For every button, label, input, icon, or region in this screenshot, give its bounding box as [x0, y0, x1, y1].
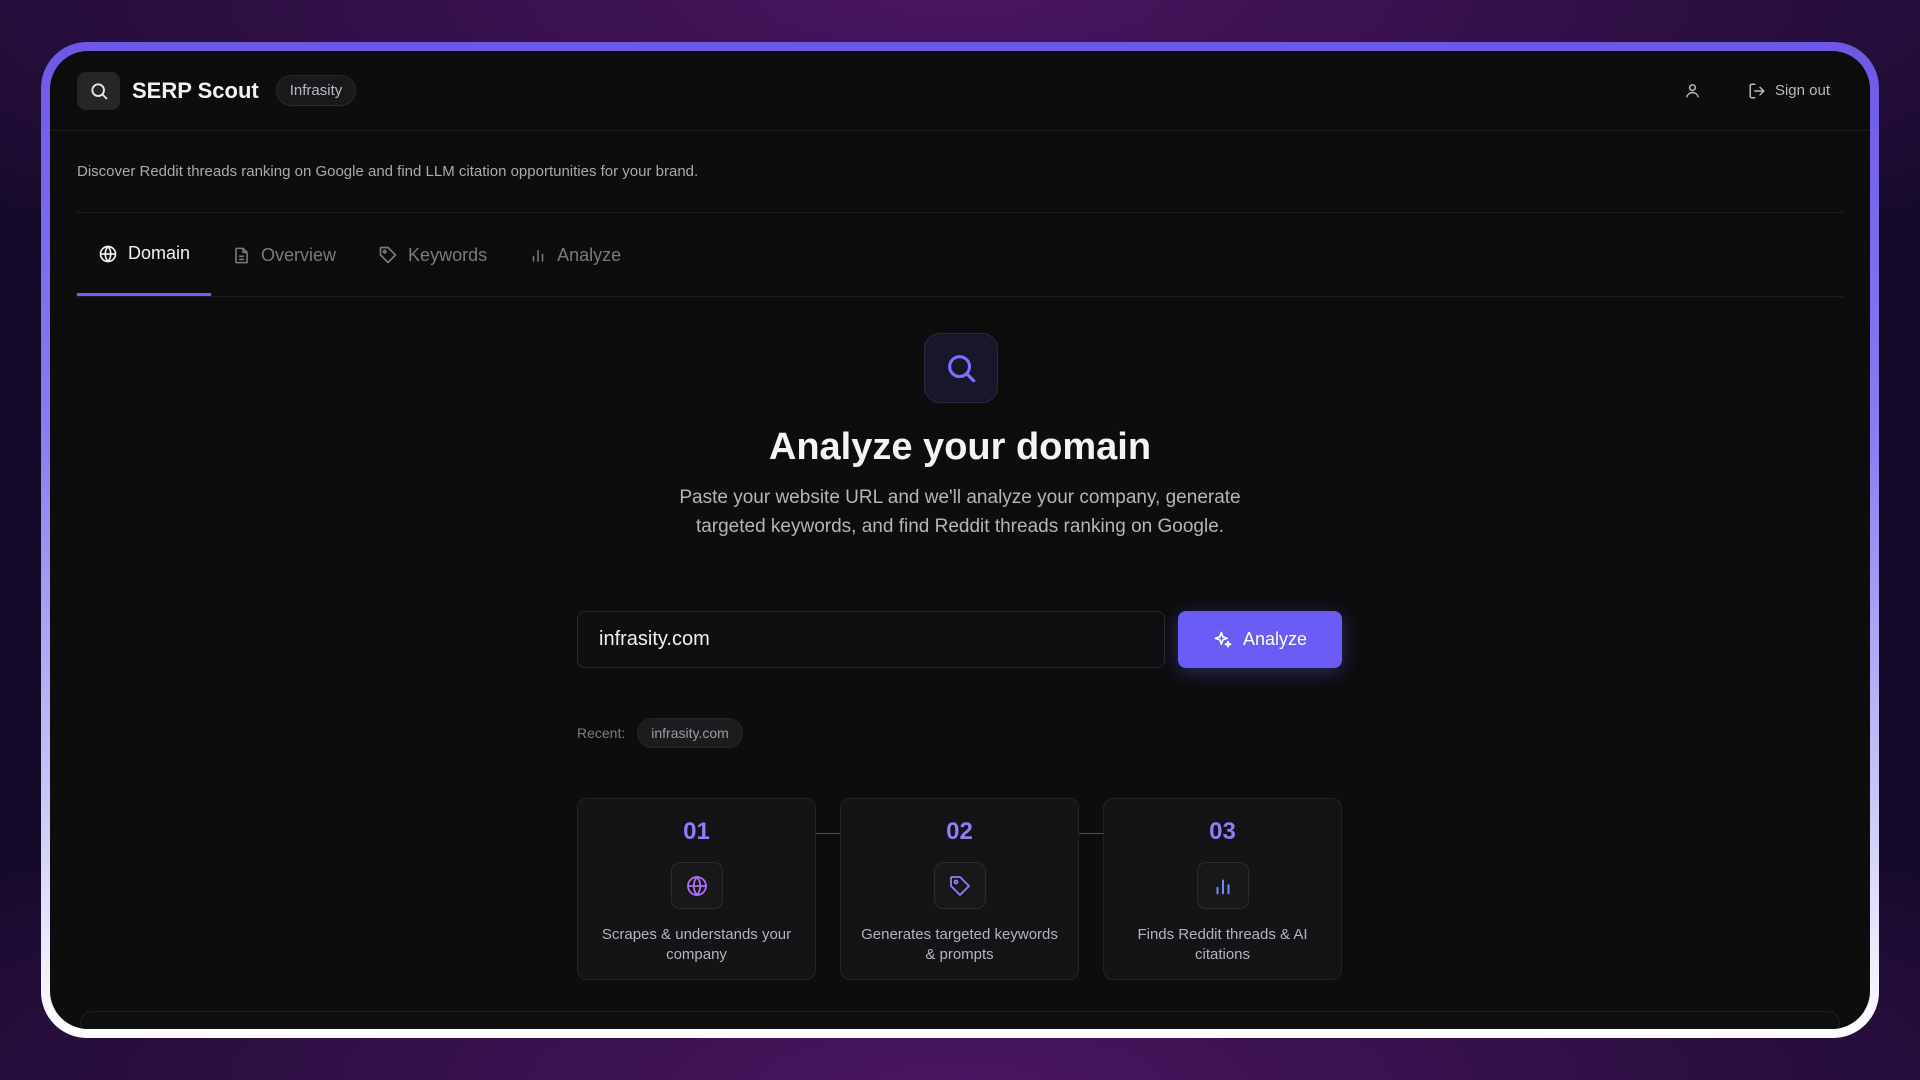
step-number: 01: [578, 818, 815, 846]
step-card-2: 02 Generates targeted keywords & prompts: [840, 798, 1079, 980]
tab-keywords[interactable]: Keywords: [357, 214, 508, 296]
globe-icon: [671, 862, 723, 909]
tag-icon: [379, 246, 397, 264]
sign-out-label: Sign out: [1774, 82, 1830, 99]
page-title: Analyze your domain: [768, 426, 1152, 468]
tab-analyze[interactable]: Analyze: [508, 214, 642, 296]
user-icon[interactable]: [1678, 76, 1708, 106]
step-number: 03: [1104, 818, 1341, 846]
step-card-3: 03 Finds Reddit threads & AI citations: [1103, 798, 1342, 980]
tab-overview[interactable]: Overview: [211, 214, 357, 296]
tab-bar: Domain Overview Keywords Analyze: [77, 213, 1843, 297]
top-bar: SERP Scout Infrasity Sign out: [50, 51, 1870, 131]
hero-description: Paste your website URL and we'll analyze…: [679, 487, 1241, 537]
bar-chart-icon: [1197, 862, 1249, 909]
device-frame: SERP Scout Infrasity Sign out Discover R…: [41, 42, 1879, 1038]
sign-out-icon: [1749, 83, 1765, 98]
recent-label: Recent:: [577, 725, 626, 741]
step-number: 02: [841, 818, 1078, 846]
step-card-1: 01 Scrapes & understands your company: [577, 798, 816, 980]
tab-label: Domain: [128, 243, 191, 263]
hero-search-icon: [924, 333, 998, 403]
recent-domain-chip[interactable]: infrasity.com: [637, 718, 743, 748]
sparkles-icon: [1214, 631, 1232, 647]
sign-out-button[interactable]: Sign out: [1748, 82, 1830, 100]
tab-domain[interactable]: Domain: [77, 214, 212, 296]
app-title: SERP Scout: [132, 77, 259, 103]
domain-url-input[interactable]: [577, 611, 1165, 668]
tag-icon: [934, 862, 986, 909]
analyze-button[interactable]: Analyze: [1178, 611, 1342, 668]
bottom-panel: [80, 1011, 1840, 1029]
step-description: Scrapes & understands your company: [601, 926, 792, 963]
recent-domains: Recent: infrasity.com: [577, 718, 743, 748]
workspace-badge[interactable]: Infrasity: [275, 75, 357, 106]
logo-search-icon[interactable]: [77, 71, 120, 110]
tab-label: Keywords: [408, 244, 488, 265]
app-window: SERP Scout Infrasity Sign out Discover R…: [50, 51, 1870, 1029]
tab-label: Analyze: [557, 244, 622, 265]
page-tagline: Discover Reddit threads ranking on Googl…: [77, 130, 1843, 213]
tab-label: Overview: [261, 244, 337, 265]
step-description: Finds Reddit threads & AI citations: [1137, 926, 1308, 963]
document-icon: [235, 247, 248, 263]
globe-icon: [99, 244, 117, 263]
analyze-button-label: Analyze: [1242, 629, 1308, 649]
step-description: Generates targeted keywords & prompts: [861, 926, 1058, 963]
bar-chart-icon: [532, 249, 544, 262]
